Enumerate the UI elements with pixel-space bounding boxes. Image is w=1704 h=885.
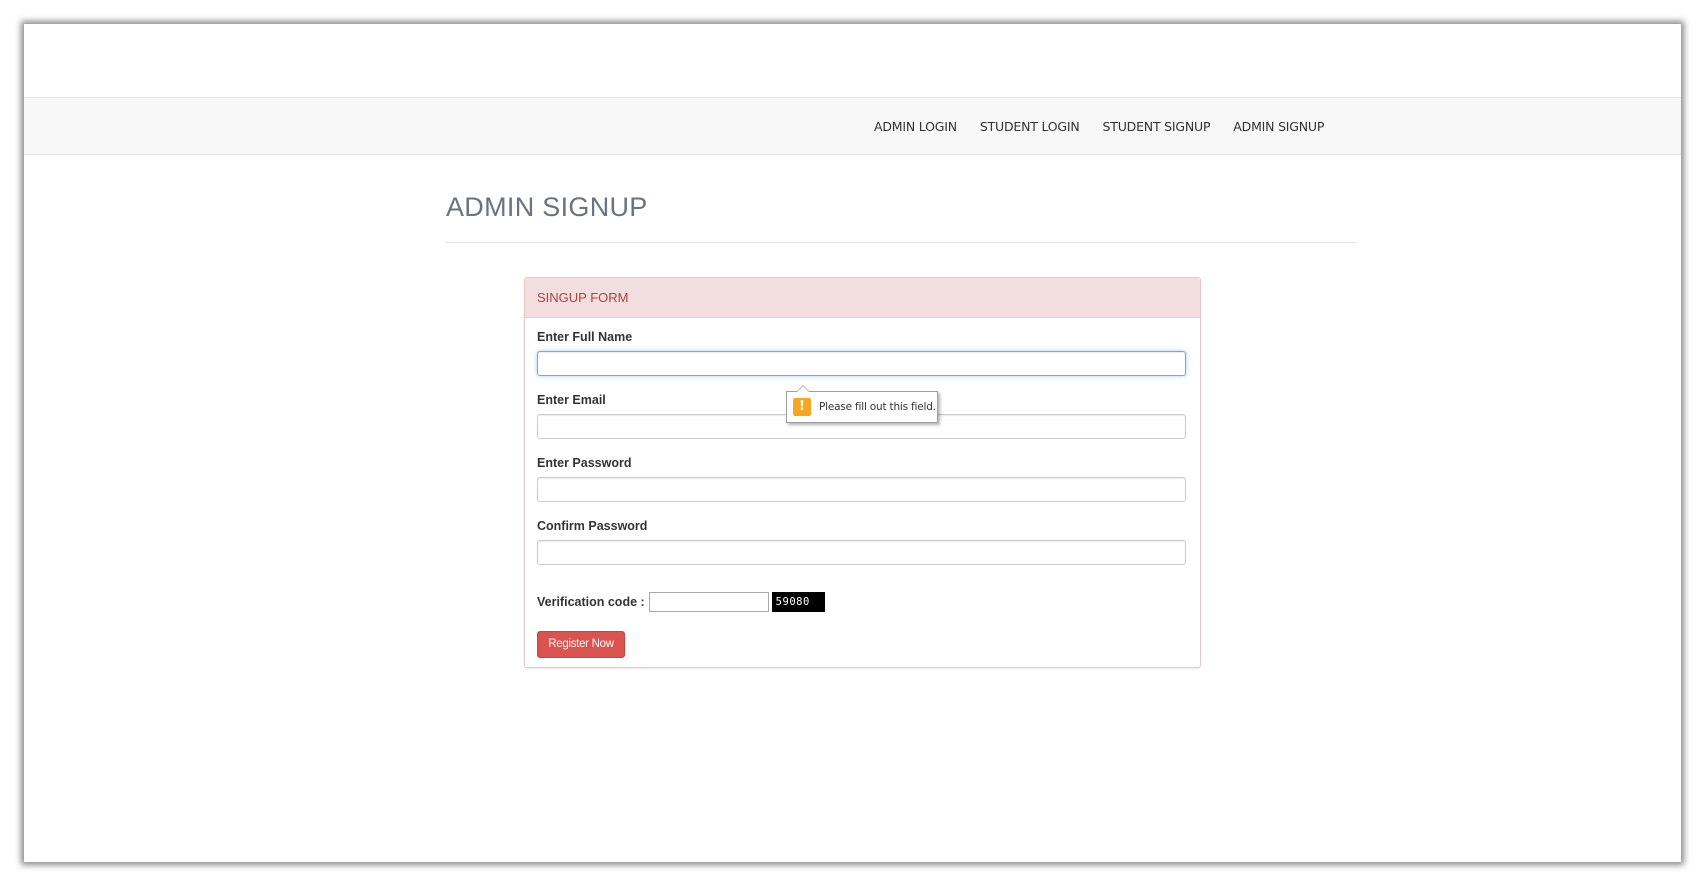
tooltip-arrow-inner bbox=[797, 386, 809, 392]
title-divider bbox=[446, 242, 1356, 243]
validation-tooltip: ! Please fill out this field. bbox=[786, 385, 938, 423]
nav-admin-signup[interactable]: ADMIN SIGNUP bbox=[1233, 119, 1324, 134]
verification-label: Verification code : bbox=[537, 595, 645, 609]
panel-heading: SINGUP FORM bbox=[525, 278, 1200, 318]
top-navbar: ADMIN LOGIN STUDENT LOGIN STUDENT SIGNUP… bbox=[24, 97, 1681, 155]
nav-links: ADMIN LOGIN STUDENT LOGIN STUDENT SIGNUP… bbox=[874, 98, 1347, 154]
full-name-label: Enter Full Name bbox=[537, 330, 633, 344]
tooltip-message: Please fill out this field. bbox=[819, 401, 936, 413]
nav-student-signup[interactable]: STUDENT SIGNUP bbox=[1103, 119, 1211, 134]
signup-form-panel: SINGUP FORM Enter Full Name Enter Email … bbox=[524, 277, 1201, 668]
verification-input[interactable] bbox=[648, 592, 769, 612]
password-label: Enter Password bbox=[537, 456, 632, 470]
captcha-code: 59080 bbox=[771, 592, 825, 612]
warning-icon: ! bbox=[793, 398, 811, 416]
confirm-password-label: Confirm Password bbox=[537, 519, 648, 533]
nav-student-login[interactable]: STUDENT LOGIN bbox=[980, 119, 1080, 134]
confirm-password-input[interactable] bbox=[537, 540, 1186, 565]
register-now-button[interactable]: Register Now bbox=[537, 631, 625, 658]
password-input[interactable] bbox=[537, 477, 1186, 502]
email-label: Enter Email bbox=[537, 393, 606, 407]
browser-viewport: ADMIN LOGIN STUDENT LOGIN STUDENT SIGNUP… bbox=[24, 24, 1681, 862]
full-name-input[interactable] bbox=[537, 351, 1186, 376]
nav-admin-login[interactable]: ADMIN LOGIN bbox=[874, 119, 957, 134]
verification-row: Verification code : 59080 bbox=[537, 592, 825, 612]
page-title: ADMIN SIGNUP bbox=[446, 192, 648, 222]
